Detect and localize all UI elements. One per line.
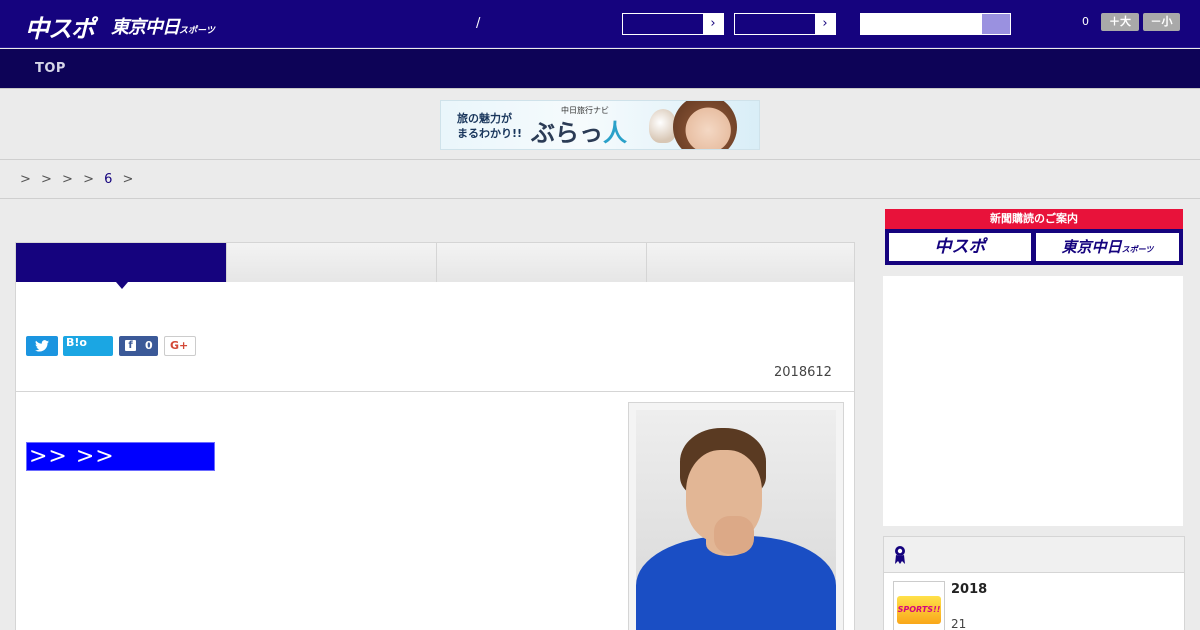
font-size-count: 0 (1082, 15, 1089, 28)
tab-3[interactable] (436, 243, 646, 282)
subscribe-tokyo-text: 東京中日 (1061, 238, 1122, 256)
tokyo-chunichi-logo[interactable]: 東京中日スポーツ (111, 13, 215, 39)
tab-2[interactable] (226, 243, 436, 282)
article-date: 2018612 (774, 365, 832, 380)
article-more-link[interactable]: >> >> (26, 442, 215, 471)
tab-1[interactable] (16, 243, 226, 289)
chevron-right-icon: › (815, 14, 835, 34)
search-input[interactable] (861, 14, 983, 34)
googleplus-share-button[interactable]: G+ (164, 336, 196, 356)
tokyo-logo-text: 東京中日 (111, 17, 180, 38)
hatena-label: B!o (66, 336, 87, 349)
banner-catchcopy: 旅の魅力が まるわかり!! (457, 111, 522, 141)
search-button[interactable] (982, 14, 1010, 34)
player-photo[interactable] (636, 410, 836, 630)
ranking-item-title[interactable]: 2018 (951, 582, 987, 597)
woman-photo (673, 101, 737, 149)
breadcrumb-separators: > > > > (20, 172, 94, 187)
ranking-header (884, 537, 1184, 573)
subscribe-tokyo-button[interactable]: 東京中日スポーツ (1036, 233, 1179, 261)
ribbon-medal-icon (895, 546, 905, 564)
site-search (860, 13, 1011, 35)
banner-line-2: まるわかり!! (457, 127, 523, 140)
banner-brand: ぶらっ人 (531, 113, 627, 148)
site-header: 中スポ 東京中日スポーツ / › › 0 ＋大 －小 (0, 0, 1200, 48)
breadcrumb: > > > > 6 > (20, 172, 133, 187)
googleplus-icon: G+ (170, 339, 189, 352)
banner-brand-b: 人 (603, 118, 627, 147)
banner-brand-a: ぶらっ (531, 118, 603, 147)
banner-line-1: 旅の魅力が (457, 112, 512, 125)
breadcrumb-bar: > > > > 6 > (0, 161, 1200, 199)
article-divider (16, 391, 854, 392)
facebook-share-button[interactable]: f 0 (119, 336, 158, 356)
subscribe-tokyo-suffix: スポーツ (1121, 245, 1154, 254)
font-larger-button[interactable]: ＋大 (1101, 13, 1139, 31)
twitter-share-button[interactable] (26, 336, 58, 356)
subscription-banner[interactable]: 新聞購読のご案内 中スポ 東京中日スポーツ (885, 209, 1183, 265)
ranking-thumb-logo: SPORTS!! (897, 596, 941, 624)
global-nav: TOP (0, 49, 1200, 89)
facebook-icon: f (125, 340, 136, 351)
subscription-title: 新聞購読のご案内 (885, 209, 1183, 229)
article-panel: B!o f 0 G+ 2018612 >> >> (15, 242, 855, 630)
chevron-right-icon: › (703, 14, 723, 34)
travel-ad-banner[interactable]: 旅の魅力が まるわかり!! 中日旅行ナビ ぶらっ人 (440, 100, 760, 150)
category-select-1[interactable]: › (622, 13, 724, 35)
tab-4[interactable] (646, 243, 854, 282)
ranking-thumbnail[interactable]: SPORTS!! (893, 581, 945, 630)
twitter-icon (35, 340, 49, 352)
breadcrumb-link[interactable]: 6 (104, 172, 112, 187)
nav-item-top[interactable]: TOP (35, 61, 66, 76)
font-smaller-button[interactable]: －小 (1143, 13, 1180, 31)
banner-area: 旅の魅力が まるわかり!! 中日旅行ナビ ぶらっ人 (0, 90, 1200, 160)
hatena-bookmark-button[interactable]: B!o (63, 336, 113, 356)
sidebar-ad-slot (883, 276, 1183, 526)
tokyo-logo-suffix: スポーツ (179, 26, 215, 36)
ranking-panel: SPORTS!! 2018 21 (883, 536, 1185, 630)
category-tabs (16, 243, 854, 289)
article-photo-frame (628, 402, 844, 630)
category-select-2[interactable]: › (734, 13, 836, 35)
subscribe-chuspo-button[interactable]: 中スポ (889, 233, 1031, 261)
breadcrumb-tail: > (122, 172, 134, 187)
header-divider: / (476, 16, 481, 31)
photo-hand (714, 516, 754, 554)
facebook-count: 0 (145, 339, 153, 352)
chuspo-logo[interactable]: 中スポ (25, 9, 95, 44)
ranking-item-subtitle: 21 (951, 617, 967, 630)
